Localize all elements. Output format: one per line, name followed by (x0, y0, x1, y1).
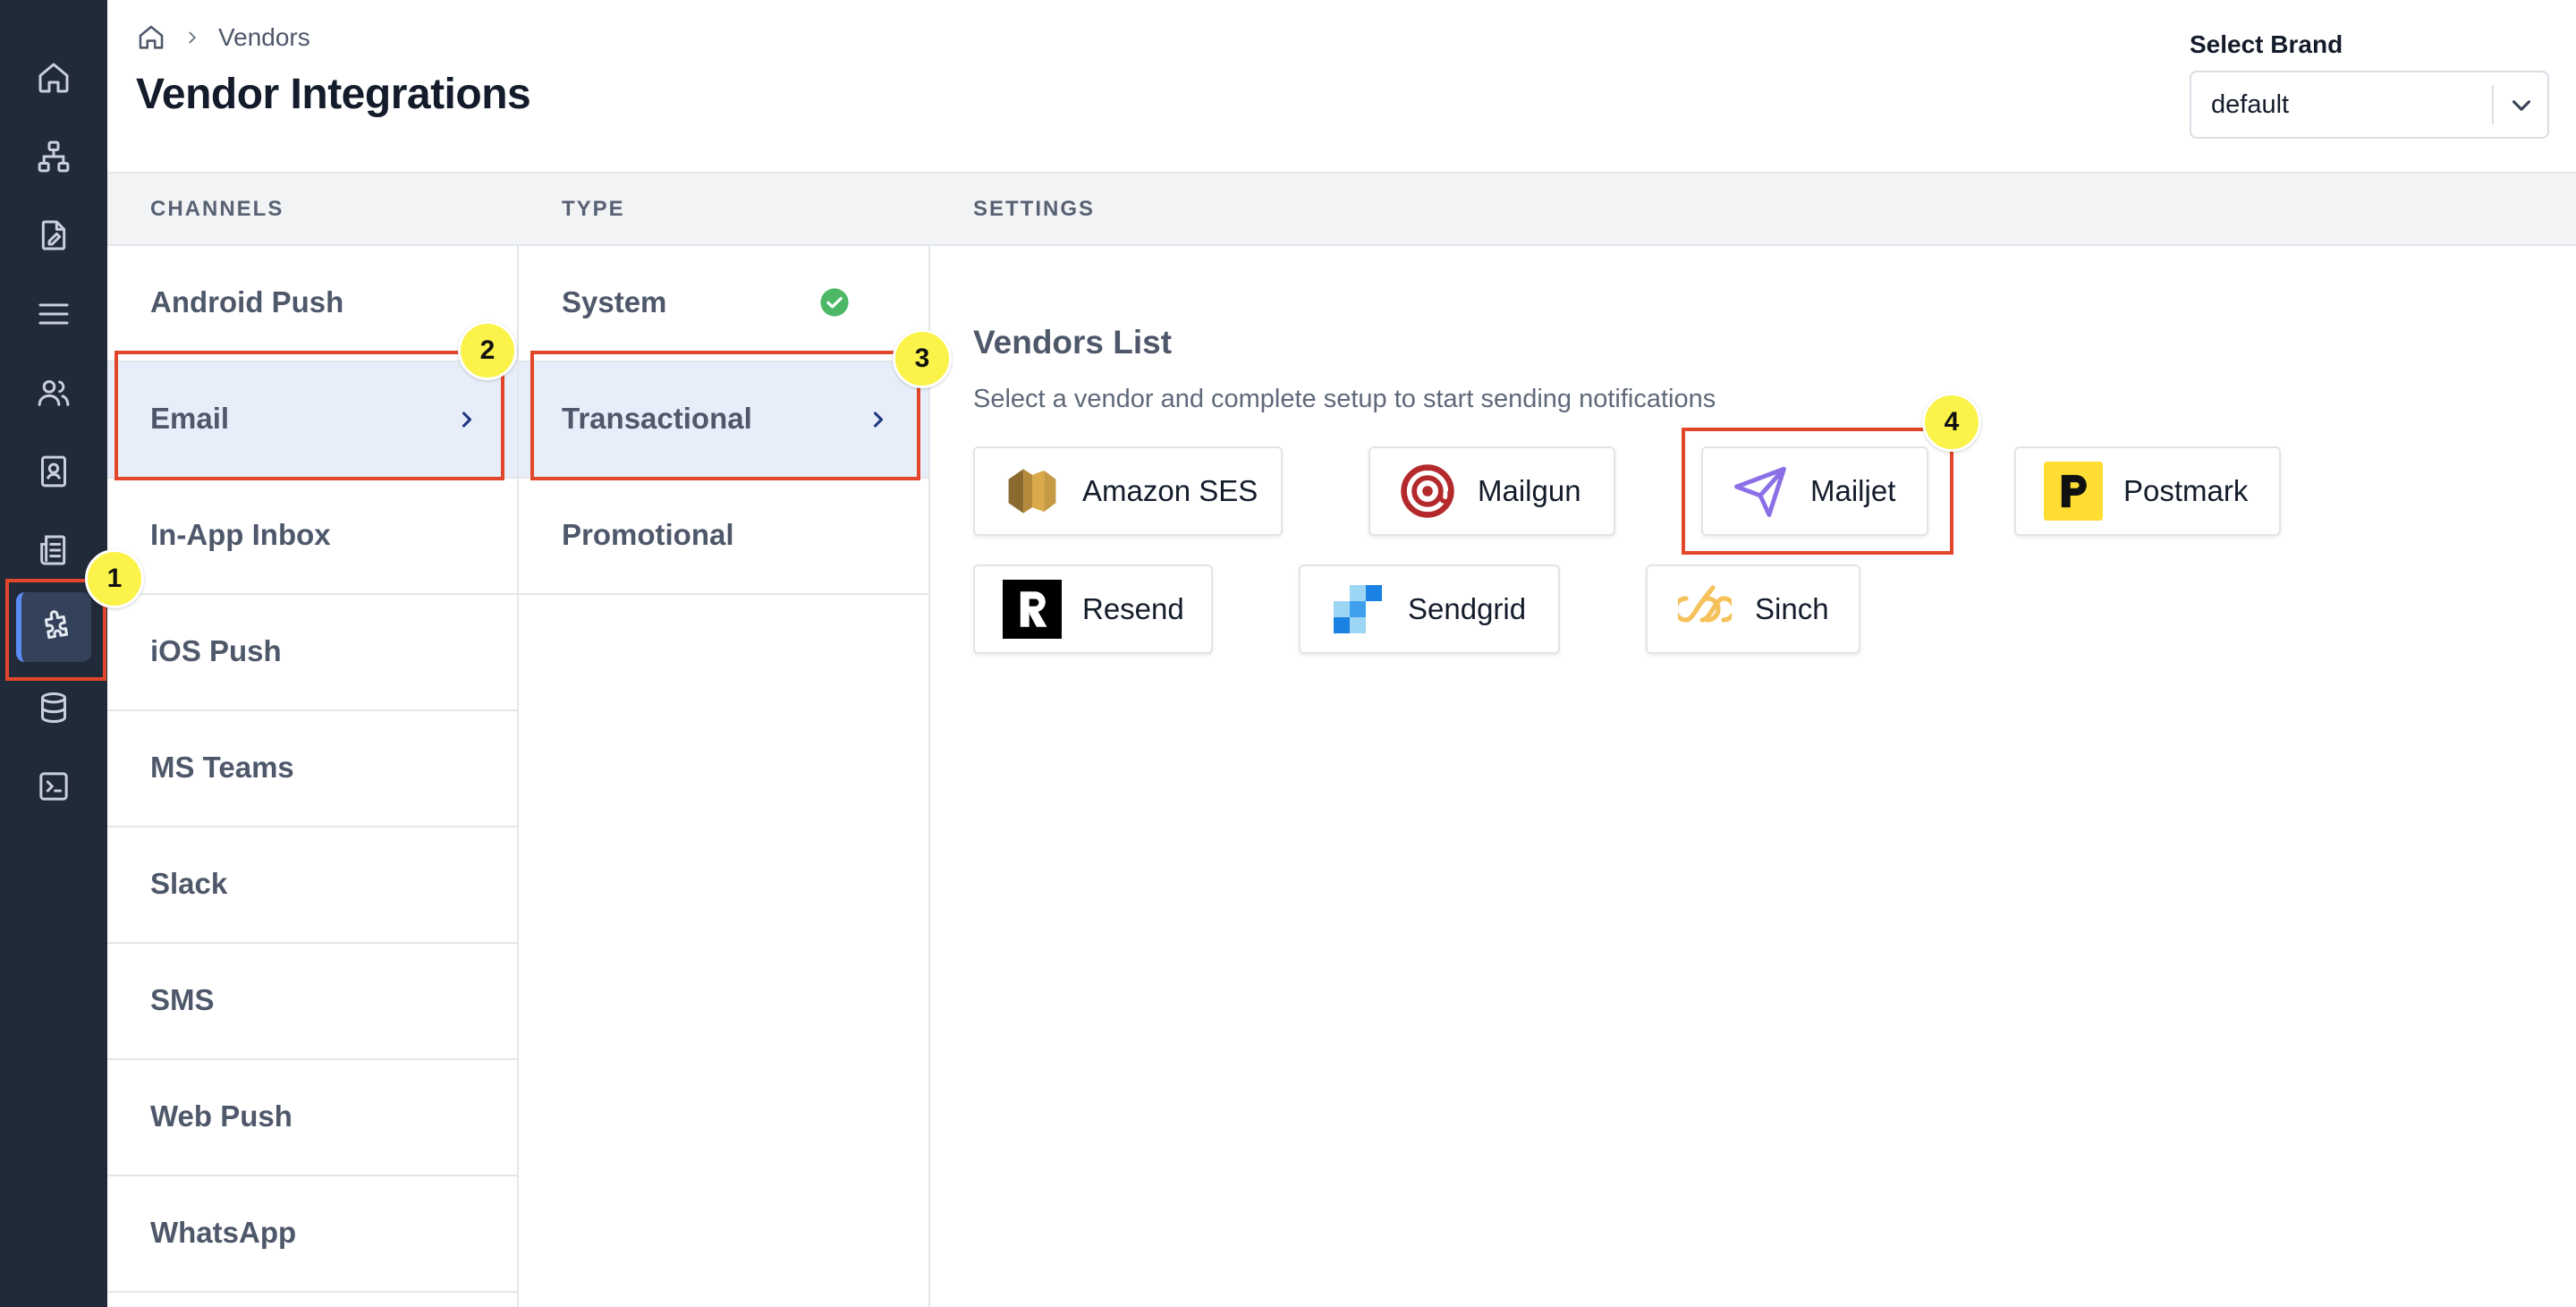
step-badge-1: 1 (85, 549, 144, 608)
postmark-logo-icon (2043, 461, 2104, 522)
vendor-name: Mailgun (1478, 474, 1581, 507)
breadcrumb: Vendors (136, 21, 310, 54)
menu-icon (38, 303, 69, 325)
breadcrumb-current: Vendors (218, 23, 310, 51)
vendor-card-resend[interactable]: Resend (973, 564, 1213, 654)
terminal-icon (39, 772, 68, 801)
vendor-card-sendgrid[interactable]: Sendgrid (1299, 564, 1560, 654)
chevron-down-icon[interactable] (2506, 90, 2537, 121)
type-item-promotional[interactable]: Promotional (519, 479, 928, 595)
vendor-name: Postmark (2123, 474, 2249, 507)
nav-data[interactable] (16, 673, 91, 743)
highlight-box-mailjet (1682, 428, 1953, 555)
page-header: Vendors Vendor Integrations Select Brand… (107, 0, 2576, 172)
column-header-channels: CHANNELS (150, 197, 284, 221)
brand-select-value: default (2211, 90, 2290, 119)
column-header-settings: SETTINGS (973, 197, 1096, 221)
database-icon (41, 692, 66, 724)
nav-templates[interactable] (16, 200, 91, 270)
step-badge-2: 2 (458, 321, 517, 380)
contact-card-icon (41, 455, 66, 488)
type-label: Promotional (562, 518, 734, 551)
channel-item-in-app-inbox[interactable]: In-App Inbox (107, 479, 517, 595)
channel-label: iOS Push (150, 634, 282, 667)
step-badge-4: 4 (1922, 393, 1981, 452)
file-edit-icon (41, 220, 66, 250)
sendgrid-logo-icon (1327, 579, 1388, 640)
brand-label: Select Brand (2190, 30, 2343, 58)
channel-item-android-push[interactable]: Android Push (107, 246, 517, 362)
channel-item-ios-push[interactable]: iOS Push (107, 595, 517, 711)
type-label: System (562, 285, 667, 318)
sinch-logo-icon (1674, 579, 1735, 640)
nav-contacts[interactable] (16, 437, 91, 506)
channel-item-whatsapp[interactable]: WhatsApp (107, 1176, 517, 1293)
vendor-name: Amazon SES (1082, 474, 1258, 507)
step-badge-3: 3 (893, 329, 952, 388)
column-headers: CHANNELS TYPE SETTINGS (107, 172, 2576, 246)
vendors-list-subtitle: Select a vendor and complete setup to st… (973, 385, 1716, 413)
nav-menu[interactable] (16, 279, 91, 349)
nav-users[interactable] (16, 358, 91, 428)
page-title: Vendor Integrations (136, 71, 531, 118)
org-chart-icon (38, 140, 70, 173)
channel-label: MS Teams (150, 751, 294, 784)
channel-label: In-App Inbox (150, 518, 331, 551)
chevron-right-icon (189, 31, 197, 44)
select-divider (2492, 85, 2494, 124)
channel-label: Web Push (150, 1099, 292, 1133)
vendors-list-title: Vendors List (973, 324, 1173, 361)
home-icon (38, 63, 69, 93)
channel-label: SMS (150, 983, 215, 1016)
channel-item-ms-teams[interactable]: MS Teams (107, 711, 517, 827)
channel-item-sms[interactable]: SMS (107, 944, 517, 1060)
channel-label: WhatsApp (150, 1216, 297, 1249)
vendor-name: Resend (1082, 592, 1184, 625)
type-item-system[interactable]: System (519, 246, 928, 362)
nav-logs[interactable] (16, 515, 91, 585)
column-header-type: TYPE (562, 197, 625, 221)
nav-workflows[interactable] (16, 122, 91, 191)
highlight-box-email (114, 351, 504, 480)
vendor-card-mailgun[interactable]: Mailgun (1368, 446, 1615, 536)
highlight-box-transactional (530, 351, 920, 480)
brand-select[interactable]: default (2190, 71, 2549, 139)
check-circle-icon (820, 288, 849, 317)
vendor-card-postmark[interactable]: Postmark (2014, 446, 2281, 536)
vendor-name: Sinch (1755, 592, 1829, 625)
home-icon[interactable] (136, 22, 166, 53)
nav-home[interactable] (16, 43, 91, 113)
vendor-card-sinch[interactable]: Sinch (1646, 564, 1860, 654)
channel-item-web-push[interactable]: Web Push (107, 1060, 517, 1176)
users-icon (38, 380, 70, 406)
channel-label: Slack (150, 867, 228, 900)
channel-item-slack[interactable]: Slack (107, 827, 517, 944)
amazon-ses-logo-icon (1002, 461, 1063, 522)
document-list-icon (40, 535, 66, 565)
nav-developer[interactable] (16, 751, 91, 821)
vendor-name: Sendgrid (1408, 592, 1527, 625)
vendor-card-amazon-ses[interactable]: Amazon SES (973, 446, 1283, 536)
mailgun-logo-icon (1397, 461, 1458, 522)
resend-logo-icon (1002, 579, 1063, 640)
channel-label: Android Push (150, 285, 344, 318)
